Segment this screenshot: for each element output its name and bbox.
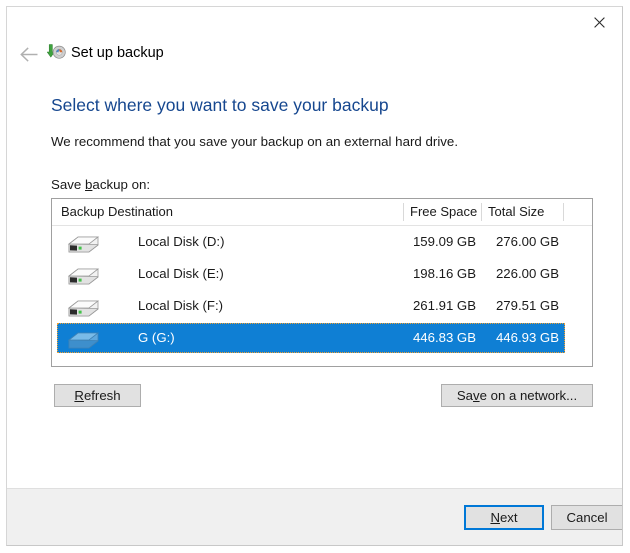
- column-divider[interactable]: [481, 203, 482, 221]
- network-accel: v: [473, 388, 480, 403]
- network-post: e on a network...: [479, 388, 578, 403]
- save-backup-on-label: Save backup on:: [51, 177, 150, 192]
- column-header-free-space[interactable]: Free Space: [410, 199, 477, 225]
- hard-drive-glyph: [67, 332, 100, 349]
- hard-drive-icon: [65, 328, 101, 350]
- row-surface: Local Disk (D:) 159.09 GB 276.00 GB: [57, 227, 565, 257]
- column-header-backup-destination[interactable]: Backup Destination: [61, 199, 173, 225]
- table-header-row: Backup Destination Free Space Total Size: [52, 199, 592, 226]
- dialog-footer: Next Cancel: [7, 488, 622, 545]
- row-drive-name: Local Disk (E:): [138, 266, 224, 281]
- title-bar: [7, 7, 622, 41]
- hard-drive-glyph: [67, 268, 100, 285]
- row-drive-name: G (G:): [138, 330, 175, 345]
- setup-backup-dialog: Set up backup Select where you want to s…: [6, 6, 623, 546]
- next-button[interactable]: Next: [464, 505, 544, 530]
- table-row[interactable]: Local Disk (E:) 198.16 GB 226.00 GB: [52, 258, 592, 290]
- row-total-size: 446.93 GB: [495, 330, 559, 345]
- table-row[interactable]: Local Disk (F:) 261.91 GB 279.51 GB: [52, 290, 592, 322]
- column-header-total-size[interactable]: Total Size: [488, 199, 544, 225]
- label-pre: Save: [51, 177, 86, 192]
- row-total-size: 226.00 GB: [495, 266, 559, 281]
- column-divider[interactable]: [403, 203, 404, 221]
- save-on-network-button[interactable]: Save on a network...: [441, 384, 593, 407]
- next-label: ext: [499, 510, 518, 525]
- table-body: Local Disk (D:) 159.09 GB 276.00 GB Loca…: [52, 226, 592, 354]
- page-subtext: We recommend that you save your backup o…: [51, 134, 459, 149]
- refresh-button[interactable]: Refresh: [54, 384, 141, 407]
- row-drive-name: Local Disk (F:): [138, 298, 223, 313]
- back-arrow-glyph: [19, 46, 37, 62]
- row-total-size: 279.51 GB: [495, 298, 559, 313]
- next-accel: N: [490, 510, 500, 525]
- row-free-space: 446.83 GB: [412, 330, 476, 345]
- refresh-label: efresh: [83, 388, 121, 403]
- refresh-accel: R: [74, 388, 84, 403]
- row-free-space: 261.91 GB: [412, 298, 476, 313]
- row-free-space: 159.09 GB: [412, 234, 476, 249]
- backup-drive-icon: [46, 43, 66, 63]
- row-surface: Local Disk (E:) 198.16 GB 226.00 GB: [57, 259, 565, 289]
- close-glyph: [593, 16, 605, 28]
- column-divider[interactable]: [563, 203, 564, 221]
- table-row[interactable]: G (G:) 446.83 GB 446.93 GB: [52, 322, 592, 354]
- back-arrow-icon[interactable]: [16, 41, 42, 67]
- close-icon[interactable]: [576, 7, 622, 37]
- app-title: Set up backup: [71, 45, 164, 61]
- hard-drive-icon: [65, 264, 101, 286]
- hard-drive-glyph: [67, 300, 100, 317]
- hard-drive-glyph: [67, 236, 100, 253]
- backup-drive-glyph: [46, 44, 66, 59]
- row-total-size: 276.00 GB: [495, 234, 559, 249]
- page-title: Select where you want to save your backu…: [51, 95, 389, 115]
- navigation-row: Set up backup: [7, 40, 622, 68]
- cancel-button[interactable]: Cancel: [551, 505, 622, 530]
- row-free-space: 198.16 GB: [412, 266, 476, 281]
- table-row[interactable]: Local Disk (D:) 159.09 GB 276.00 GB: [52, 226, 592, 258]
- hard-drive-icon: [65, 296, 101, 318]
- row-surface: Local Disk (F:) 261.91 GB 279.51 GB: [57, 291, 565, 321]
- network-pre: Sa: [456, 388, 474, 403]
- row-drive-name: Local Disk (D:): [138, 234, 225, 249]
- backup-destination-table[interactable]: Backup Destination Free Space Total Size: [51, 198, 593, 367]
- hard-drive-icon: [65, 232, 101, 254]
- row-surface: G (G:) 446.83 GB 446.93 GB: [57, 323, 565, 353]
- label-post: ackup on:: [92, 177, 151, 192]
